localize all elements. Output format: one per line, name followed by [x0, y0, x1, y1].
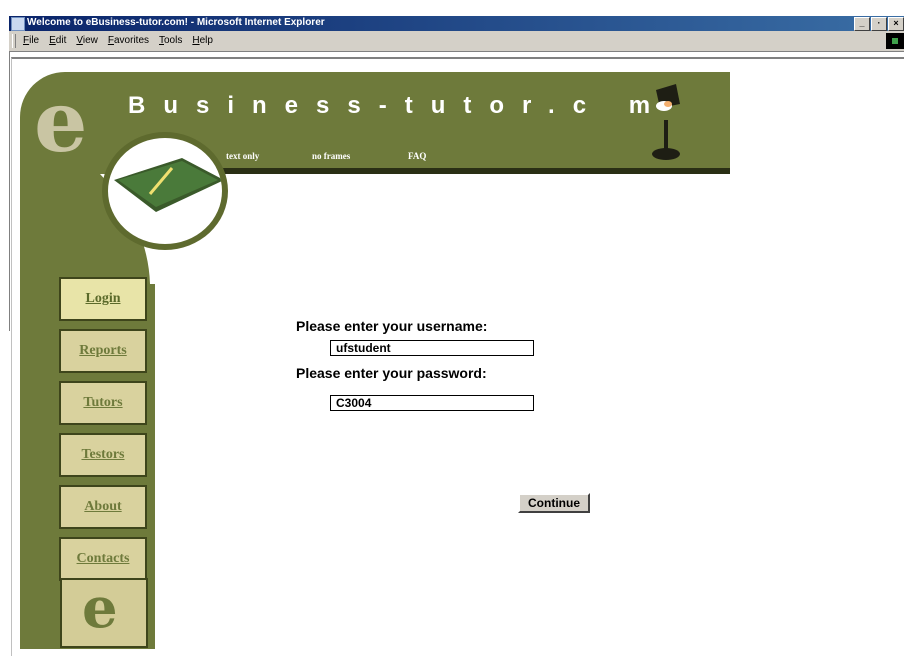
- window-titlebar: Welcome to eBusiness-tutor.com! - Micros…: [9, 16, 904, 31]
- link-text-only[interactable]: text only: [226, 151, 312, 161]
- menu-favorites[interactable]: Favorites: [108, 35, 149, 46]
- username-label: Please enter your username:: [296, 318, 488, 334]
- notebook-icon: [114, 158, 222, 212]
- sidebar-item-tutors[interactable]: Tutors: [59, 381, 147, 425]
- sidebar-item-reports[interactable]: Reports: [59, 329, 147, 373]
- menu-help[interactable]: Help: [192, 35, 213, 46]
- header-shadow: [140, 168, 730, 174]
- sidebar-item-about[interactable]: About: [59, 485, 147, 529]
- desk-lamp-icon: [652, 84, 680, 160]
- menu-bar: File Edit View Favorites Tools Help: [9, 31, 904, 52]
- username-field[interactable]: ufstudent: [330, 340, 534, 356]
- maximize-button[interactable]: ·: [871, 17, 887, 31]
- sidebar-nav: Login Reports Tutors Testors About Conta…: [59, 277, 151, 589]
- menu-tools[interactable]: Tools: [159, 35, 182, 46]
- site-title: Business-tutor.c m: [128, 92, 669, 119]
- menu-edit[interactable]: Edit: [49, 35, 66, 46]
- continue-button[interactable]: Continue: [518, 493, 590, 513]
- bottom-logo: e: [60, 578, 148, 648]
- minimize-button[interactable]: _: [854, 17, 870, 31]
- sidebar-item-testors[interactable]: Testors: [59, 433, 147, 477]
- toolbar-grip: [12, 34, 16, 48]
- link-faq[interactable]: FAQ: [408, 151, 426, 161]
- ie-icon: [11, 17, 25, 31]
- password-label: Please enter your password:: [296, 365, 487, 381]
- book-image: [102, 132, 228, 250]
- menu-file[interactable]: File: [23, 35, 39, 46]
- logo-e-icon: e: [34, 72, 88, 171]
- windows-logo-icon: [886, 33, 904, 49]
- menu-view[interactable]: View: [76, 35, 98, 46]
- link-no-frames[interactable]: no frames: [312, 151, 408, 161]
- header-links: text only no frames FAQ: [226, 151, 426, 161]
- close-button[interactable]: ×: [888, 17, 904, 31]
- password-field[interactable]: C3004: [330, 395, 534, 411]
- sidebar-item-login[interactable]: Login: [59, 277, 147, 321]
- logo-e-small-icon: e: [82, 575, 118, 641]
- window-title: Welcome to eBusiness-tutor.com! - Micros…: [27, 17, 325, 28]
